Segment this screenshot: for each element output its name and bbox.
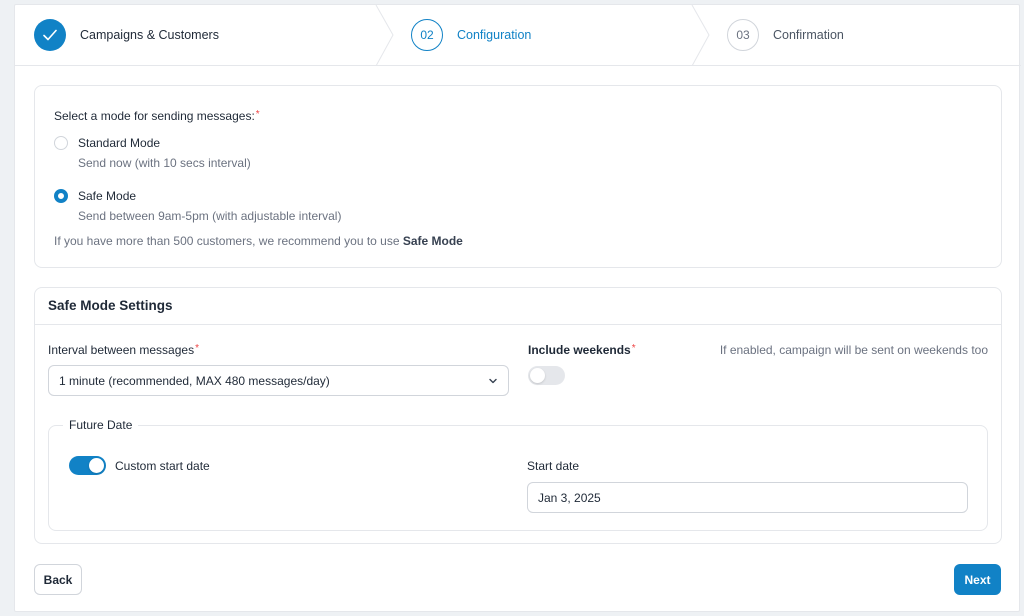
required-mark: * [255,109,260,120]
safe-mode-description: Send between 9am-5pm (with adjustable in… [78,209,342,223]
weekends-label: Include weekends* [528,343,636,357]
step-label: Confirmation [773,28,844,42]
standard-mode-title[interactable]: Standard Mode [78,136,160,150]
step-campaigns-customers[interactable]: Campaigns & Customers [34,5,219,65]
card-header: Safe Mode Settings [35,288,1001,325]
stepper: Campaigns & Customers 02 Configuration 0… [15,5,1021,66]
step-label: Campaigns & Customers [80,28,219,42]
settings-title: Safe Mode Settings [48,298,173,313]
page-container: Campaigns & Customers 02 Configuration 0… [14,4,1021,612]
safe-mode-radio[interactable] [54,189,68,203]
step-number-circle: 03 [727,19,759,51]
step-confirmation[interactable]: 03 Confirmation [727,5,844,65]
interval-label: Interval between messages* [48,343,199,357]
future-date-legend: Future Date [63,418,139,432]
standard-mode-description: Send now (with 10 secs interval) [78,156,251,170]
start-date-value: Jan 3, 2025 [538,491,601,505]
start-date-input[interactable]: Jan 3, 2025 [527,482,968,513]
step-label: Configuration [457,28,532,42]
toggle-knob [89,458,104,473]
mode-selection-card: Select a mode for sending messages:* Sta… [34,85,1002,268]
recommendation-text: If you have more than 500 customers, we … [54,234,463,248]
weekends-hint: If enabled, campaign will be sent on wee… [719,343,988,357]
mode-question-label: Select a mode for sending messages:* [54,109,260,123]
chevron-down-icon [489,378,497,384]
interval-select-value: 1 minute (recommended, MAX 480 messages/… [59,374,330,388]
next-button[interactable]: Next [954,564,1001,595]
custom-start-date-toggle[interactable] [69,456,106,475]
interval-select[interactable]: 1 minute (recommended, MAX 480 messages/… [48,365,509,396]
step-number-circle: 02 [411,19,443,51]
future-date-fieldset: Future Date Custom start date Start date… [48,418,988,531]
step-completed-circle [34,19,66,51]
check-icon [43,29,57,41]
step-configuration[interactable]: 02 Configuration [411,5,531,65]
step-separator-icon [691,5,710,66]
custom-start-date-label: Custom start date [115,459,210,473]
standard-mode-radio[interactable] [54,136,68,150]
back-button[interactable]: Back [34,564,82,595]
required-mark: * [195,343,199,354]
start-date-label: Start date [527,459,580,473]
include-weekends-toggle[interactable] [528,366,565,385]
required-mark: * [631,343,636,354]
toggle-knob [530,368,545,383]
recommendation-emphasis: Safe Mode [402,234,463,248]
safe-mode-settings-card: Safe Mode Settings Interval between mess… [34,287,1002,544]
step-separator-icon [375,5,394,66]
safe-mode-title[interactable]: Safe Mode [78,189,136,203]
